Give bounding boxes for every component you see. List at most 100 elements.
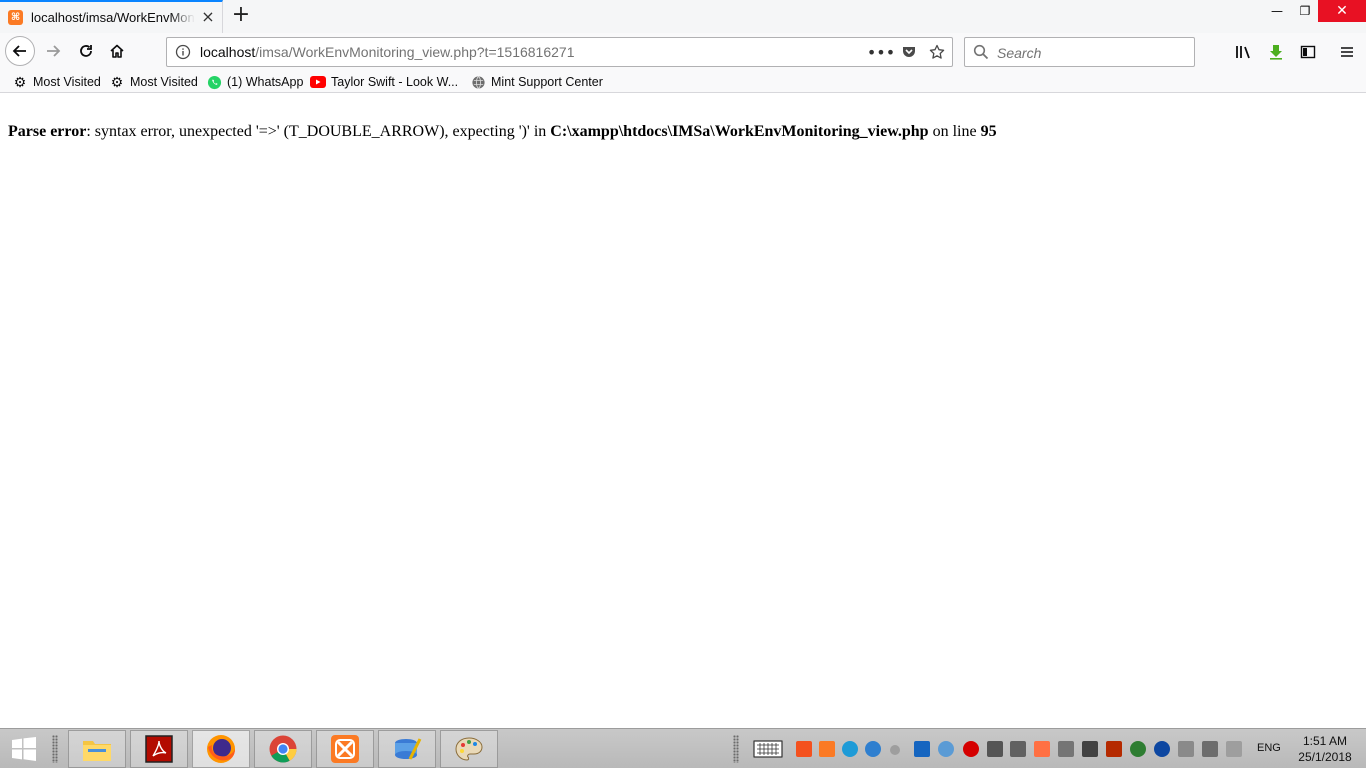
bookmark-taylor-swift[interactable]: Taylor Swift - Look W...	[310, 73, 458, 91]
speaker-muted-icon[interactable]	[1034, 741, 1050, 757]
taskbar-acrobat[interactable]	[130, 730, 188, 768]
tray-grip[interactable]	[733, 735, 739, 763]
bookmark-label: (1) WhatsApp	[227, 75, 304, 89]
signal-bars-icon[interactable]	[1082, 741, 1098, 757]
back-button[interactable]	[5, 36, 35, 66]
chrome-icon	[269, 735, 297, 763]
tab-strip: ⌘ localhost/imsa/WorkEnvMonitoring_view.…	[0, 0, 1366, 33]
folder-icon	[83, 741, 111, 761]
monitor-tray-icon[interactable]	[987, 741, 1003, 757]
people-tray-icon[interactable]	[914, 741, 930, 757]
bookmark-label: Mint Support Center	[491, 75, 603, 89]
taskbar-file-explorer[interactable]	[68, 730, 126, 768]
xampp-tray-icon[interactable]	[819, 741, 835, 757]
page-actions-icon[interactable]: •••	[867, 42, 895, 62]
bookmark-label: Most Visited	[130, 75, 198, 89]
hamburger-menu-button[interactable]	[1335, 40, 1359, 64]
library-icon	[1236, 46, 1250, 59]
url-bar[interactable]: localhost/imsa/WorkEnvMonitoring_view.ph…	[166, 37, 953, 67]
taskbar-chrome[interactable]	[254, 730, 312, 768]
error-label: Parse error	[8, 123, 87, 140]
page-content: Parse error: syntax error, unexpected '=…	[0, 93, 1366, 727]
bridge-tray-icon[interactable]	[1106, 741, 1122, 757]
taskbar-xampp[interactable]	[316, 730, 374, 768]
p-tray-icon[interactable]	[890, 745, 900, 755]
error-line-number: 95	[980, 123, 997, 140]
gear-icon: ⚙	[110, 73, 124, 90]
start-button[interactable]	[0, 729, 48, 769]
mega-tray-icon[interactable]	[963, 741, 979, 757]
bookmark-star-icon[interactable]	[926, 42, 948, 62]
system-tray	[753, 729, 1250, 769]
tray-app-icon[interactable]	[796, 741, 812, 757]
taskbar-grip[interactable]	[52, 735, 58, 763]
bookmark-most-visited-1[interactable]: ⚙ Most Visited	[12, 73, 101, 91]
error-message: : syntax error, unexpected '=>' (T_DOUBL…	[86, 123, 551, 140]
bookmark-whatsapp[interactable]: (1) WhatsApp	[206, 73, 303, 91]
firefox-icon	[207, 735, 235, 763]
whatsapp-icon	[206, 74, 222, 90]
taskbar-paint[interactable]	[440, 730, 498, 768]
taskbar-firefox[interactable]	[192, 730, 250, 768]
globe-icon	[470, 74, 486, 90]
home-button[interactable]	[104, 38, 130, 64]
dropbox-tray-icon[interactable]	[1010, 741, 1026, 757]
pocket-icon[interactable]	[898, 42, 920, 62]
keyboard-icon[interactable]	[753, 740, 783, 758]
url-text[interactable]: localhost/imsa/WorkEnvMonitoring_view.ph…	[200, 44, 574, 60]
network-tray-icon[interactable]	[1130, 741, 1146, 757]
database-icon	[395, 738, 422, 760]
close-window-button[interactable]: ✕	[1318, 0, 1366, 22]
bookmark-label: Most Visited	[33, 75, 101, 89]
clock[interactable]: 1:51 AM 25/1/2018	[1292, 733, 1358, 765]
error-on-line: on line	[928, 123, 981, 140]
new-tab-button[interactable]: +	[229, 4, 253, 28]
search-tray-icon[interactable]	[842, 741, 858, 757]
arrow-left-icon	[12, 45, 26, 57]
bookmarks-toolbar: ⚙ Most Visited ⚙ Most Visited (1) WhatsA…	[0, 71, 1366, 93]
hamburger-icon	[1341, 47, 1353, 57]
tab-active[interactable]: ⌘ localhost/imsa/WorkEnvMonitoring_view.…	[0, 0, 223, 33]
cloud-tray-icon[interactable]	[938, 741, 954, 757]
error-file: C:\xampp\htdocs\IMSa\WorkEnvMonitoring_v…	[550, 123, 929, 140]
arrow-right-icon	[47, 45, 61, 57]
bookmark-most-visited-2[interactable]: ⚙ Most Visited	[109, 73, 198, 91]
paint-palette-icon	[455, 737, 483, 761]
php-parse-error: Parse error: syntax error, unexpected '=…	[8, 123, 997, 141]
windows-logo-icon	[12, 737, 36, 761]
bookmark-mint-support[interactable]: Mint Support Center	[470, 73, 603, 91]
download-icon	[1270, 45, 1282, 60]
search-box[interactable]	[964, 37, 1195, 67]
xampp-icon	[331, 735, 359, 763]
acrobat-icon	[145, 735, 173, 763]
flag-icon[interactable]	[1226, 741, 1242, 757]
sidebar-button[interactable]	[1296, 40, 1320, 64]
search-icon	[973, 44, 989, 60]
bookmark-label: Taylor Swift - Look W...	[331, 75, 459, 89]
search-input[interactable]	[995, 41, 1189, 65]
globe-tray-icon[interactable]	[865, 741, 881, 757]
download-button[interactable]	[1264, 40, 1288, 64]
url-host: localhost	[200, 44, 256, 60]
url-path: /imsa/WorkEnvMonitoring_view.php?t=15168…	[255, 44, 575, 60]
tab-close-icon[interactable]: ×	[200, 9, 216, 25]
xampp-favicon-icon: ⌘	[8, 10, 23, 25]
library-button[interactable]	[1232, 40, 1256, 64]
bluetooth-icon[interactable]	[1154, 741, 1170, 757]
volume-icon[interactable]	[1178, 741, 1194, 757]
reload-button[interactable]	[73, 38, 99, 64]
taskbar-database-tool[interactable]	[378, 730, 436, 768]
info-icon[interactable]	[175, 44, 191, 60]
language-indicator[interactable]: ENG	[1257, 742, 1281, 754]
gear-icon: ⚙	[13, 73, 27, 90]
sidebar-icon	[1300, 45, 1316, 59]
forward-button[interactable]	[40, 38, 66, 64]
tab-title: localhost/imsa/WorkEnvMonitoring_view.ph…	[31, 10, 195, 25]
usb-icon[interactable]	[1058, 741, 1074, 757]
youtube-icon	[310, 74, 326, 90]
nav-bar: localhost/imsa/WorkEnvMonitoring_view.ph…	[0, 33, 1366, 71]
taskbar: ENG 1:51 AM 25/1/2018	[0, 728, 1366, 768]
clock-time: 1:51 AM	[1302, 734, 1348, 748]
battery-icon[interactable]	[1202, 741, 1218, 757]
reload-icon	[80, 45, 92, 57]
